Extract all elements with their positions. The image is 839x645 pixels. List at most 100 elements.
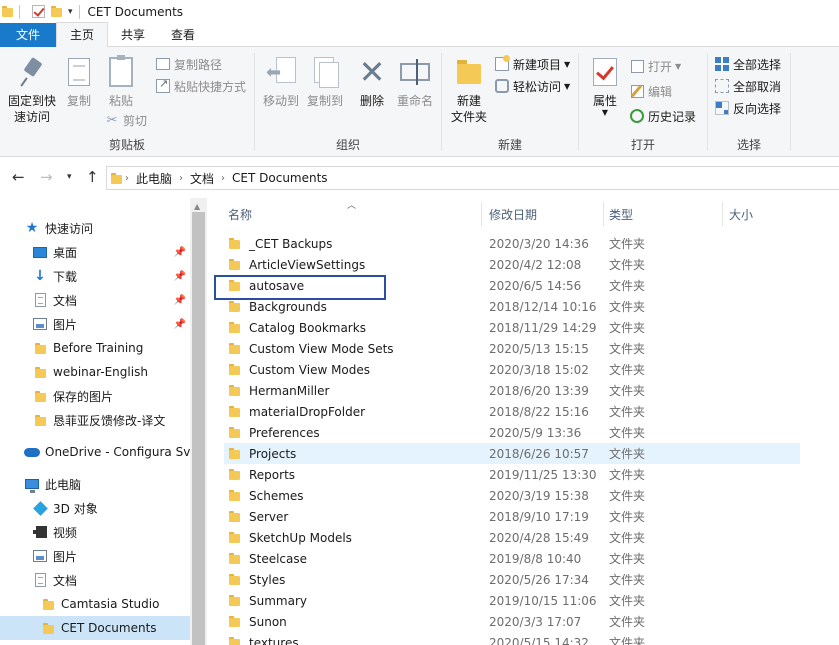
paste-shortcut-button[interactable]: 粘贴快捷方式 [155, 77, 246, 95]
nav-item-saved-pictures[interactable]: 保存的图片 [0, 384, 190, 408]
table-row[interactable]: Backgrounds 2018/12/14 10:16 文件夹 [224, 296, 800, 317]
table-row[interactable]: Projects 2018/6/26 10:57 文件夹 [224, 443, 800, 464]
nav-onedrive[interactable]: OneDrive - Configura Sve [0, 440, 190, 464]
pin-icon[interactable]: 📌 [174, 319, 186, 330]
nav-item-pc-documents[interactable]: 文档 [0, 568, 190, 592]
breadcrumb-this-pc[interactable]: 此电脑 [136, 170, 172, 187]
pin-icon[interactable]: 📌 [174, 247, 186, 258]
nav-item-videos[interactable]: 视频 [0, 520, 190, 544]
file-name-cell: _CET Backups [229, 237, 332, 251]
file-name-cell: textures [229, 636, 299, 645]
table-row[interactable]: Server 2018/9/10 17:19 文件夹 [224, 506, 800, 527]
folder-icon [229, 385, 240, 396]
invert-selection-button[interactable]: 反向选择 [714, 99, 781, 117]
scrollbar-thumb[interactable] [192, 212, 205, 645]
table-row[interactable]: Sunon 2020/3/3 17:07 文件夹 [224, 611, 800, 632]
new-folder-icon[interactable] [51, 6, 62, 17]
chevron-right-icon[interactable]: › [125, 173, 129, 184]
history-button[interactable]: 历史记录 [629, 107, 696, 125]
back-arrow-icon[interactable]: ← [12, 168, 25, 186]
file-date: 2020/5/15 14:32 [489, 635, 589, 645]
nav-quick-access[interactable]: ★ 快速访问 [0, 216, 190, 240]
table-row[interactable]: autosave 2020/6/5 14:56 文件夹 [224, 275, 800, 296]
file-date: 2020/3/19 15:38 [489, 488, 589, 503]
pin-icon[interactable]: 📌 [174, 271, 186, 282]
column-header-name[interactable]: 名称 [228, 198, 252, 230]
sort-ascending-icon: ︿ [347, 201, 357, 211]
customize-dropdown-icon[interactable]: ▾ [68, 7, 73, 17]
nav-item-before-training[interactable]: Before Training [0, 336, 190, 360]
nav-item-webinar-english[interactable]: webinar-English [0, 360, 190, 384]
table-row[interactable]: Reports 2019/11/25 13:30 文件夹 [224, 464, 800, 485]
nav-item-desktop[interactable]: 桌面 📌 [0, 240, 190, 264]
nav-item-camtasia-studio[interactable]: Camtasia Studio [0, 592, 190, 616]
tab-share[interactable]: 共享 [108, 23, 158, 47]
chevron-right-icon[interactable]: › [179, 173, 183, 184]
nav-this-pc[interactable]: 此电脑 [0, 472, 190, 496]
recent-locations-chevron-icon[interactable]: ▾ [67, 172, 72, 182]
copy-path-button[interactable]: 复制路径 [155, 55, 222, 73]
rename-button[interactable]: 重命名 [391, 55, 439, 109]
rename-icon [400, 59, 430, 85]
column-header-size[interactable]: 大小 [729, 198, 753, 230]
file-date: 2020/5/9 13:36 [489, 425, 582, 440]
breadcrumb-documents[interactable]: 文档 [190, 170, 214, 187]
table-row[interactable]: ArticleViewSettings 2020/4/2 12:08 文件夹 [224, 254, 800, 275]
table-row[interactable]: Summary 2019/10/15 11:06 文件夹 [224, 590, 800, 611]
nav-item-cet-documents[interactable]: CET Documents [0, 616, 190, 640]
open-button[interactable]: 打开 ▼ [629, 57, 681, 75]
cut-button[interactable]: ✂ 剪切 [104, 111, 147, 129]
column-header-type[interactable]: 类型 [609, 198, 633, 230]
column-divider[interactable] [722, 202, 723, 226]
tab-file[interactable]: 文件 [0, 23, 56, 47]
table-row[interactable]: Styles 2020/5/26 17:34 文件夹 [224, 569, 800, 590]
delete-button[interactable]: ✕ 删除 [353, 55, 391, 109]
table-row[interactable]: materialDropFolder 2018/8/22 15:16 文件夹 [224, 401, 800, 422]
address-bar[interactable]: › 此电脑 › 文档 › CET Documents [106, 166, 839, 190]
properties-check-icon[interactable] [32, 5, 45, 18]
table-row[interactable]: textures 2020/5/15 14:32 文件夹 [224, 632, 800, 645]
nav-item-downloads[interactable]: ↓ 下载 📌 [0, 264, 190, 288]
copy-to-button[interactable]: 复制到 [303, 55, 347, 109]
easy-access-button[interactable]: 轻松访问 ▼ [494, 77, 570, 95]
nav-item-pictures[interactable]: 图片 📌 [0, 312, 190, 336]
tab-view[interactable]: 查看 [158, 23, 208, 47]
file-name: ArticleViewSettings [249, 257, 366, 272]
select-none-button[interactable]: 全部取消 [714, 77, 781, 95]
column-divider[interactable] [603, 202, 604, 226]
nav-item-pc-pictures[interactable]: 图片 [0, 544, 190, 568]
table-row[interactable]: Custom View Modes 2020/3/18 15:02 文件夹 [224, 359, 800, 380]
table-row[interactable]: Catalog Bookmarks 2018/11/29 14:29 文件夹 [224, 317, 800, 338]
table-row[interactable]: Preferences 2020/5/9 13:36 文件夹 [224, 422, 800, 443]
properties-button[interactable]: 属性 ▼ [585, 55, 625, 117]
select-all-button[interactable]: 全部选择 [714, 55, 781, 73]
edit-button[interactable]: 编辑 [629, 82, 672, 100]
new-folder-button[interactable]: 新建 文件夹 [446, 55, 492, 125]
folder-icon [229, 301, 240, 312]
move-to-button[interactable]: 移动到 [259, 55, 303, 109]
breadcrumb-cet-documents[interactable]: CET Documents [232, 171, 328, 185]
column-divider[interactable] [481, 202, 482, 226]
new-item-button[interactable]: 新建项目 ▼ [494, 55, 570, 73]
folder-icon [34, 342, 46, 354]
table-row[interactable]: Steelcase 2019/8/8 10:40 文件夹 [224, 548, 800, 569]
table-row[interactable]: _CET Backups 2020/3/20 14:36 文件夹 [224, 233, 800, 254]
table-row[interactable]: Schemes 2020/3/19 15:38 文件夹 [224, 485, 800, 506]
up-arrow-icon[interactable]: ↑ [86, 168, 99, 186]
chevron-right-icon[interactable]: › [221, 173, 225, 184]
pin-icon[interactable]: 📌 [174, 295, 186, 306]
scroll-up-arrow-icon[interactable]: ▲ [194, 202, 200, 211]
forward-arrow-icon[interactable]: → [40, 168, 53, 186]
copy-button[interactable]: 复制 [62, 55, 96, 109]
navigation-pane-scrollbar[interactable]: ▲ [190, 198, 207, 645]
nav-item-3d-objects[interactable]: 3D 对象 [0, 496, 190, 520]
paste-button[interactable]: 粘贴 [104, 55, 138, 109]
table-row[interactable]: SketchUp Models 2020/4/28 15:49 文件夹 [224, 527, 800, 548]
column-header-date[interactable]: 修改日期 [489, 198, 537, 230]
tab-home[interactable]: 主页 [56, 22, 109, 47]
nav-item-documents[interactable]: 文档 📌 [0, 288, 190, 312]
table-row[interactable]: Custom View Mode Sets 2020/5/13 15:15 文件夹 [224, 338, 800, 359]
nav-item-feedback-translation[interactable]: 恳菲亚反馈修改-译文 [0, 408, 190, 432]
pin-to-quick-access-button[interactable]: 固定到快 速访问 [4, 55, 60, 125]
table-row[interactable]: HermanMiller 2018/6/20 13:39 文件夹 [224, 380, 800, 401]
